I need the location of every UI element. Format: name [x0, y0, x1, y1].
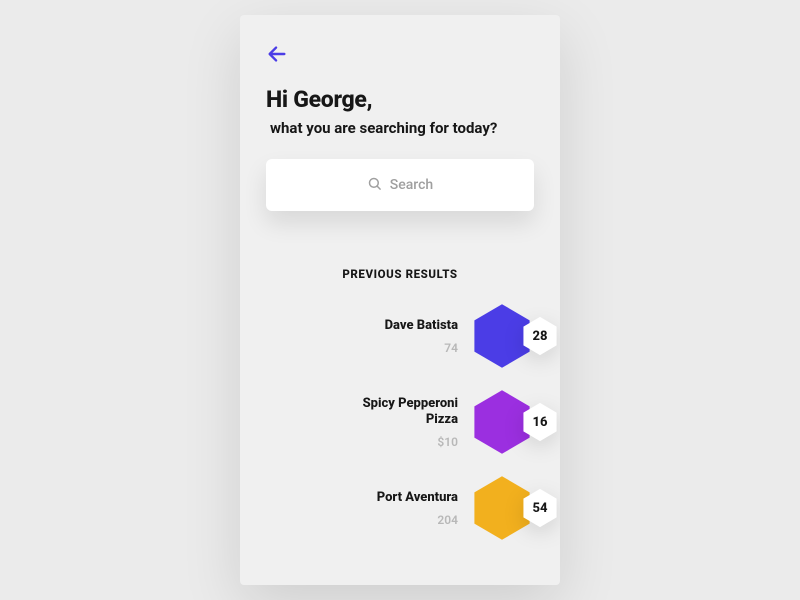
greeting-subtitle: what you are searching for today?: [266, 119, 534, 137]
arrow-left-icon: [266, 43, 288, 65]
count-badge: 54: [522, 488, 558, 528]
result-meta: 74: [444, 341, 458, 355]
result-name: Dave Batista: [385, 318, 458, 334]
result-meta: $10: [437, 435, 458, 449]
count-badge: 28: [522, 316, 558, 356]
count-value: 54: [522, 488, 558, 528]
result-meta: 204: [437, 513, 458, 527]
search-placeholder: Search: [390, 177, 433, 193]
back-button[interactable]: [266, 43, 288, 65]
result-badge: 28: [472, 303, 532, 369]
results-list: Dave Batista 74 28 Spicy Pepperoni Pizza…: [266, 303, 534, 541]
search-icon: [367, 176, 382, 195]
count-value: 16: [522, 402, 558, 442]
list-item[interactable]: Port Aventura 204 54: [266, 475, 534, 541]
phone-screen: Hi George, what you are searching for to…: [240, 15, 560, 585]
greeting-title: Hi George,: [266, 87, 534, 113]
list-item[interactable]: Dave Batista 74 28: [266, 303, 534, 369]
result-badge: 16: [472, 389, 532, 455]
list-item[interactable]: Spicy Pepperoni Pizza $10 16: [266, 389, 534, 455]
result-text: Dave Batista 74: [266, 318, 458, 354]
result-text: Spicy Pepperoni Pizza $10: [266, 396, 458, 449]
count-value: 28: [522, 316, 558, 356]
previous-results-heading: PREVIOUS RESULTS: [266, 267, 534, 281]
result-badge: 54: [472, 475, 532, 541]
result-text: Port Aventura 204: [266, 490, 458, 526]
result-name: Port Aventura: [377, 490, 458, 506]
result-name: Spicy Pepperoni Pizza: [338, 396, 458, 429]
count-badge: 16: [522, 402, 558, 442]
search-input[interactable]: Search: [266, 159, 534, 211]
